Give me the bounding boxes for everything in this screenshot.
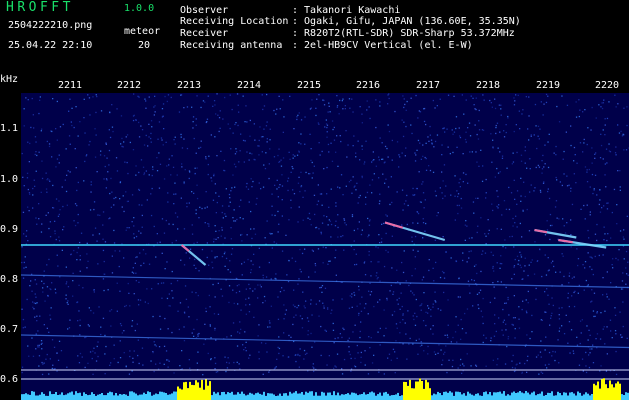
y-tick-label: 1.0 xyxy=(0,174,19,185)
x-tick-label: 2219 xyxy=(536,80,561,91)
x-tick-label: 2220 xyxy=(595,80,620,91)
spectrogram-plot xyxy=(21,93,629,400)
x-tick-label: 2215 xyxy=(297,80,322,91)
x-tick-label: 2213 xyxy=(177,80,202,91)
meteor-trace-head xyxy=(534,229,548,234)
meteor-trace-head xyxy=(180,244,190,252)
meteor-count: 20 xyxy=(138,40,151,51)
meteor-trace-head xyxy=(558,239,573,244)
faint-trace-line xyxy=(21,334,629,349)
x-tick-label: 2212 xyxy=(117,80,142,91)
faint-trace-line xyxy=(21,274,629,289)
y-tick-label: 0.7 xyxy=(0,324,19,335)
x-tick-label: 2216 xyxy=(356,80,381,91)
y-tick-label: 0.9 xyxy=(0,224,19,235)
file-name: 2504222210.png xyxy=(8,20,93,31)
y-tick-label: 0.6 xyxy=(0,374,19,385)
activity-histogram xyxy=(21,378,629,400)
antenna-label: Receiving antenna xyxy=(180,40,283,51)
observer-value: : Takanori Kawachi xyxy=(292,5,401,16)
background-noise xyxy=(21,93,629,376)
y-axis-unit: kHz xyxy=(0,74,19,85)
y-tick-label: 1.1 xyxy=(0,123,19,134)
antenna-value: : 2el-HB9CV Vertical (el. E-W) xyxy=(292,40,473,51)
receiver-label: Receiver xyxy=(180,28,229,39)
y-tick-label: 0.8 xyxy=(0,274,19,285)
date-time: 25.04.22 22:10 xyxy=(8,40,93,51)
x-tick-label: 2211 xyxy=(58,80,83,91)
x-tick-label: 2217 xyxy=(416,80,441,91)
location-label: Receiving Location xyxy=(180,16,289,27)
x-tick-label: 2214 xyxy=(237,80,262,91)
app-brand: HROFFT xyxy=(6,0,74,15)
receiver-value: : R820T2(RTL-SDR) SDR-Sharp 53.372MHz xyxy=(292,28,515,39)
observer-label: Observer xyxy=(180,5,229,16)
spectrogram-canvas xyxy=(21,93,629,400)
app-version: 1.0.0 xyxy=(124,3,155,14)
location-value: : Ogaki, Gifu, JAPAN (136.60E, 35.35N) xyxy=(292,16,521,27)
meteor-label: meteor xyxy=(124,26,161,37)
x-tick-label: 2218 xyxy=(476,80,501,91)
